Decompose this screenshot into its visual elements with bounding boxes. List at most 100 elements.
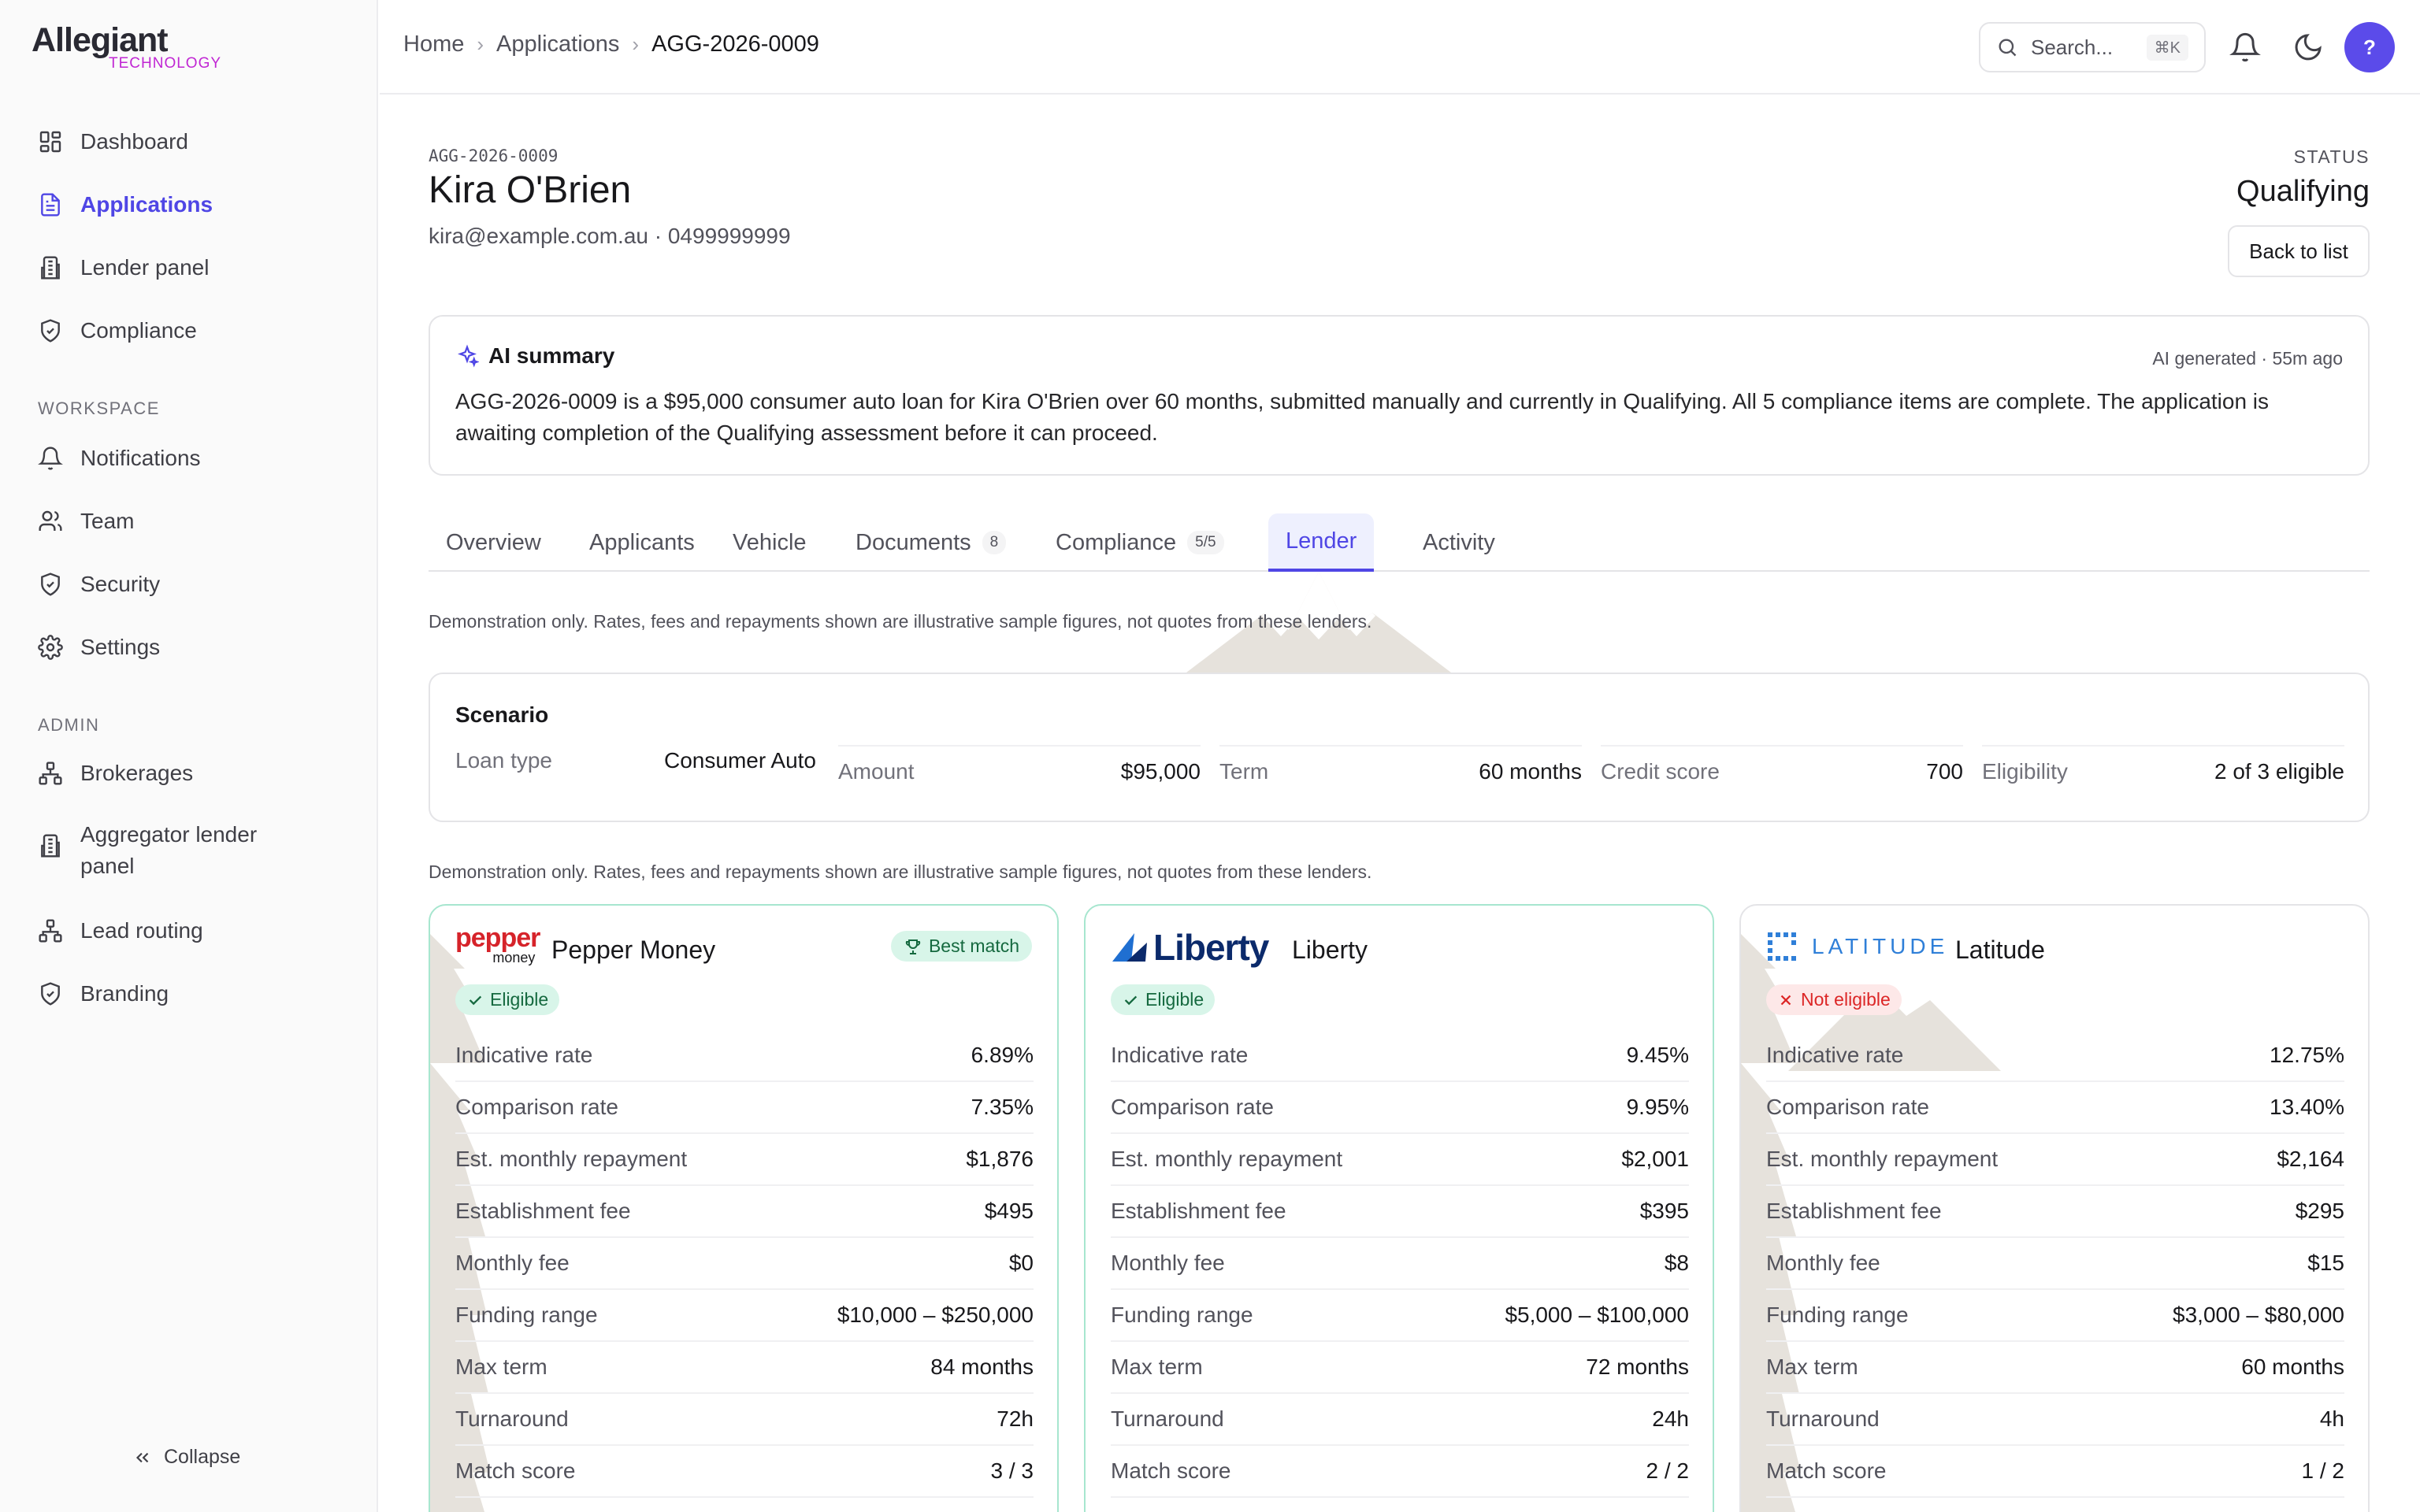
chevrons-left-icon [135,1452,149,1462]
metric-value: 6.89% [971,1043,1034,1067]
back-to-list-button[interactable]: Back to list [2228,225,2370,277]
sidebar-item-branding[interactable]: Branding [38,969,345,1019]
metric-value: 2 / 2 [1646,1458,1689,1483]
sidebar-item-applications[interactable]: Applications [38,180,345,230]
gear-icon [38,635,63,660]
metric-value: 72h [997,1406,1034,1431]
liberty-mark-icon [1112,933,1147,962]
metric-value: 7.35% [971,1095,1034,1119]
chevron-right-icon: › [477,32,484,56]
sidebar-item-settings[interactable]: Settings [38,622,345,673]
sidebar-item-aggregator-lender-panel[interactable]: Aggregator lender panel [38,819,345,885]
sidebar-item-compliance[interactable]: Compliance [38,306,345,356]
collapse-button[interactable]: Collapse [132,1446,240,1469]
shield-check-icon [41,319,60,343]
metric-value: 4h [2319,1406,2344,1431]
admin-heading: ADMIN [38,715,100,735]
metric-row: Match score 3 / 3 [455,1446,1034,1498]
metric-value: $10,000 – $250,000 [837,1303,1034,1327]
metric-row: Indicative rate 12.75% [1766,1030,2344,1082]
lender-card-liberty[interactable]: Liberty Liberty Eligible Indicative rate… [1084,904,1714,1512]
x-icon [1780,995,1791,1005]
metric-value: 12.75% [2270,1043,2344,1067]
eligibility-label: Eligible [490,989,549,1010]
tab-lender[interactable]: Lender [1268,513,1375,572]
brand-logo[interactable]: Allegiant TECHNOLOGY [32,20,221,76]
metric-row: Establishment fee $295 [1766,1186,2344,1238]
sidebar-item-brokerages[interactable]: Brokerages [38,748,345,799]
eligibility-label: Not eligible [1801,989,1891,1010]
latitude-logo-word: LATITUDE [1812,934,1949,958]
metric-value: 84 months [930,1354,1034,1379]
search-shortcut: ⌘K [2146,34,2188,61]
bell-icon[interactable] [2229,32,2261,63]
metric-label: Establishment fee [1766,1199,1942,1223]
ai-summary-body: AGG-2026-0009 is a $95,000 consumer auto… [455,389,2270,445]
metric-row: Establishment fee $395 [1111,1186,1689,1238]
metric-label: Max term [455,1354,547,1379]
sidebar-item-notifications[interactable]: Notifications [38,433,345,484]
lender-card-latitude[interactable]: LATITUDE Latitude Not eligible Indicativ… [1739,904,2370,1512]
breadcrumb-applications[interactable]: Applications [496,32,619,57]
field-label: Eligibility [1982,759,2068,784]
tab-compliance[interactable]: Compliance 5/5 [1038,513,1242,572]
tab-label: Applicants [589,529,695,555]
metric-row: Match score 2 / 2 [1111,1446,1689,1498]
moon-icon[interactable] [2292,32,2324,63]
metric-value: $295 [2295,1199,2344,1223]
sidebar-item-lender-panel[interactable]: Lender panel [38,243,345,293]
brand-sub: TECHNOLOGY [109,55,222,72]
metric-label: Comparison rate [455,1095,618,1119]
tab-count: 5/5 [1187,531,1224,554]
lender-name: Latitude [1955,936,2045,964]
search-placeholder: Search... [2031,35,2114,59]
brand-name: Allegiant [32,21,169,59]
metric-label: Indicative rate [1111,1043,1249,1067]
eligibility-badge: Eligible [455,984,560,1015]
topbar: Home › Applications › AGG-2026-0009 Sear… [380,0,2420,94]
metric-label: Comparison rate [1766,1095,1929,1119]
tab-label: Vehicle [733,529,807,555]
status-label: STATUS [2293,146,2370,167]
liberty-logo-word: Liberty [1153,927,1269,968]
applicant-contact: kira@example.com.au · 0499999999 [429,224,791,248]
sidebar-item-security[interactable]: Security [38,559,345,610]
metric-value: 72 months [1586,1354,1689,1379]
tab-activity[interactable]: Activity [1405,513,1512,572]
metric-label: Max term [1111,1354,1203,1379]
metric-label: Establishment fee [1111,1199,1286,1223]
metric-row: Turnaround 4h [1766,1394,2344,1446]
ai-summary-card: AI summary AI generated · 55m ago AGG-20… [429,315,2370,476]
breadcrumb-home[interactable]: Home [403,32,464,57]
field-value: 2 of 3 eligible [2214,759,2344,784]
metric-value: $495 [984,1199,1034,1223]
sidebar-item-lead-routing[interactable]: Lead routing [38,906,345,956]
metric-label: Match score [1111,1458,1231,1483]
lender-card-pepper-money[interactable]: pepper money Pepper Money Best match Eli… [429,904,1059,1512]
eligibility-label: Eligible [1145,989,1204,1010]
trophy-icon [905,939,921,954]
breadcrumb-current: AGG-2026-0009 [651,32,819,57]
sidebar-item-team[interactable]: Team [38,496,345,547]
tab-applicants[interactable]: Applicants [572,513,712,572]
building-icon [41,256,60,280]
breadcrumb: Home › Applications › AGG-2026-0009 [403,32,819,57]
field-value: 60 months [1479,759,1582,784]
tab-overview[interactable]: Overview [429,513,559,572]
metric-row: Match score 1 / 2 [1766,1446,2344,1498]
sidebar-item-dashboard[interactable]: Dashboard [38,117,345,167]
sidebar-item-label: Lender panel [80,255,210,280]
workspace-heading: WORKSPACE [38,398,160,418]
collapse-label: Collapse [164,1446,241,1468]
building-icon [41,834,60,858]
search-input[interactable]: Search... ⌘K [1979,22,2206,72]
tab-documents[interactable]: Documents 8 [838,513,1023,572]
best-match-badge: Best match [890,931,1032,962]
scenario-field-amount: Amount $95,000 [838,745,1201,789]
tab-vehicle[interactable]: Vehicle [715,513,824,572]
sidebar-item-label: Team [80,509,135,533]
chevron-right-icon: › [632,32,640,56]
avatar[interactable]: ? [2344,22,2395,72]
metric-row: Est. monthly repayment $2,164 [1766,1134,2344,1186]
metric-row: Funding range $5,000 – $100,000 [1111,1290,1689,1342]
